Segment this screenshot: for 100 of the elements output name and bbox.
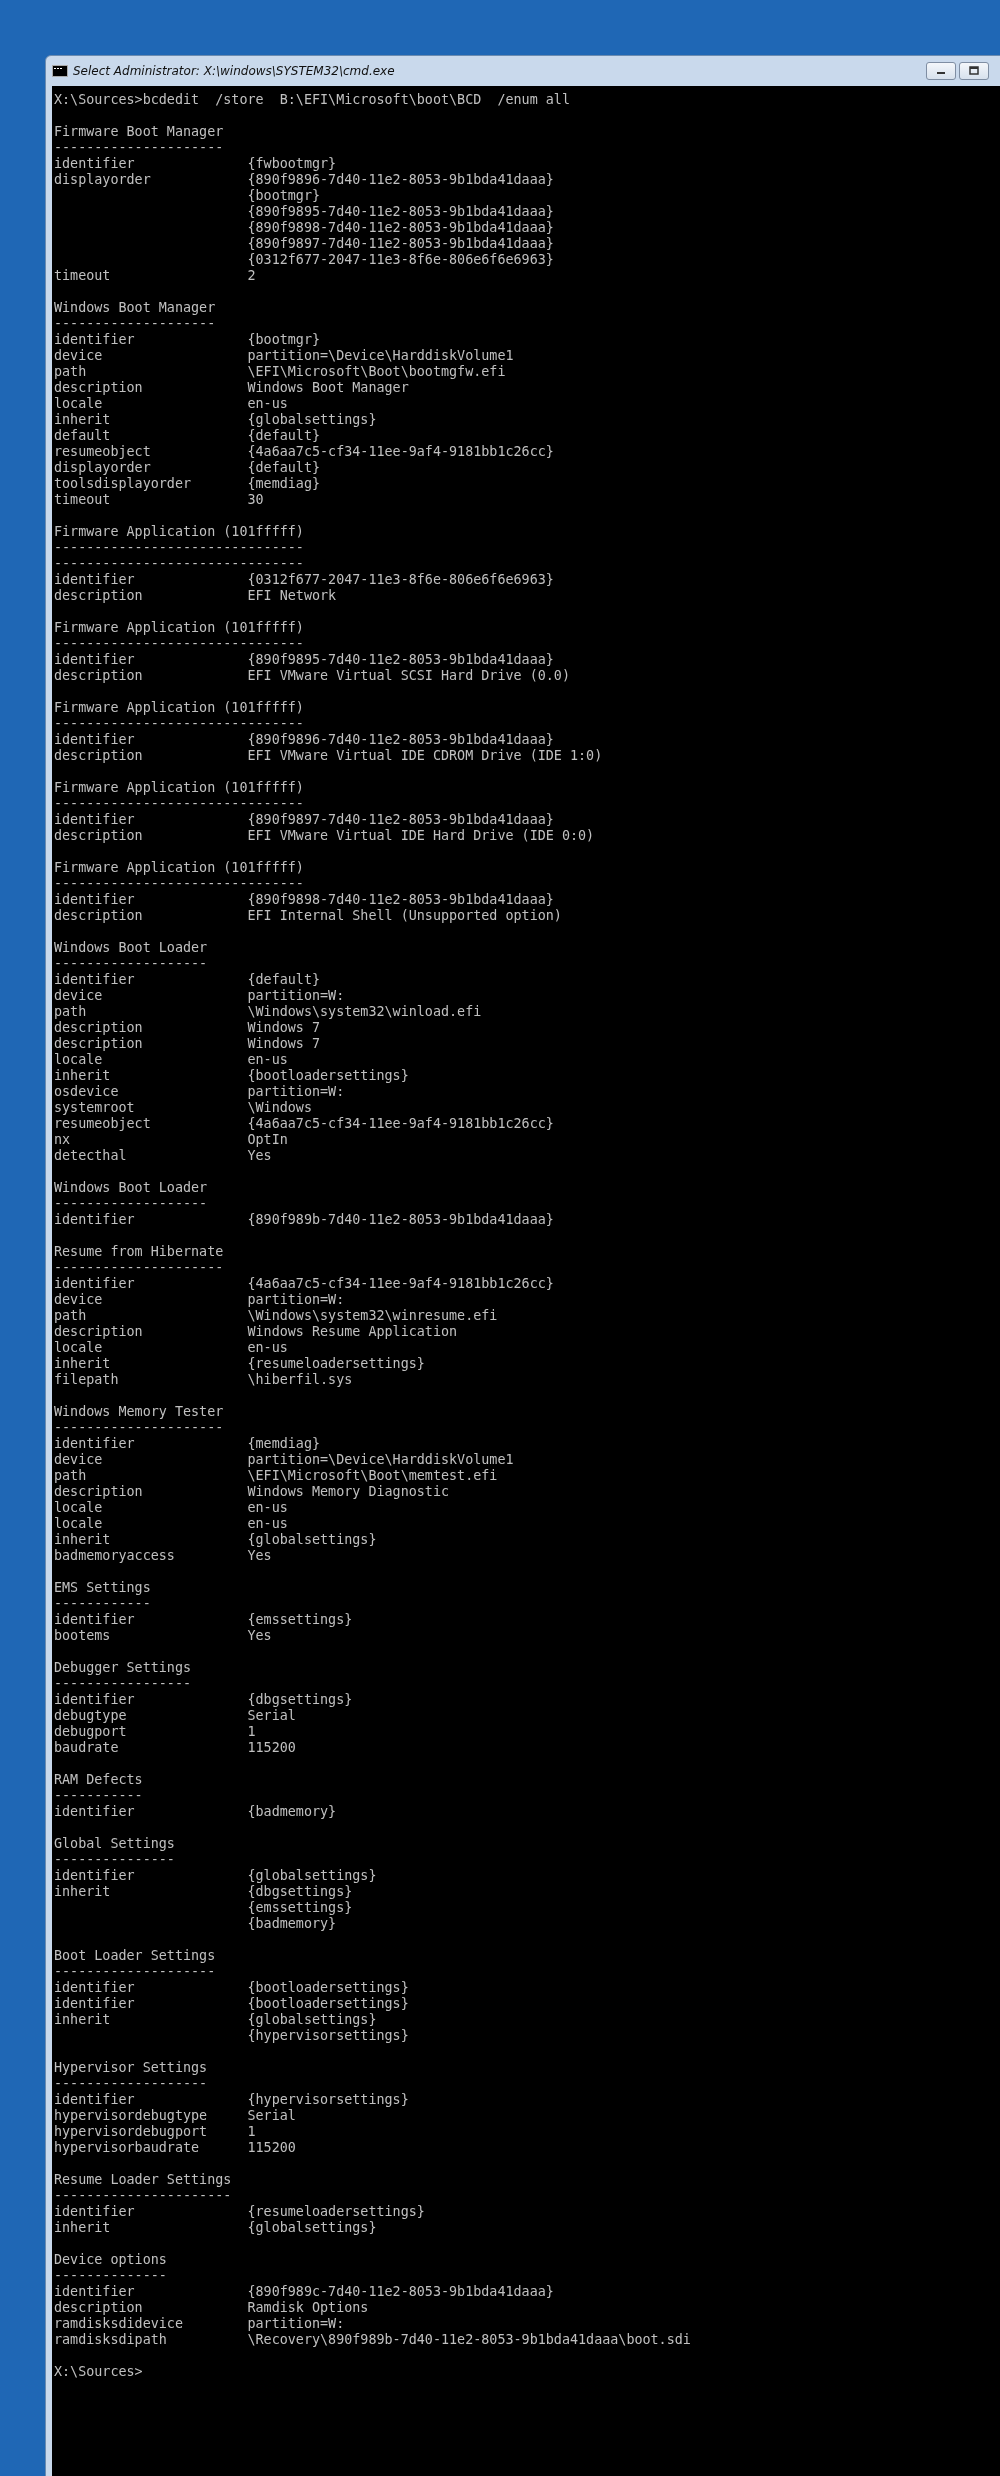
field-name: inherit <box>54 1356 112 1372</box>
dash-rule: ------------------- <box>54 956 208 972</box>
field-name: displayorder <box>54 460 152 476</box>
section-title: Windows Boot Loader <box>54 1180 208 1196</box>
section-title: EMS Settings <box>54 1580 151 1596</box>
field-name: inherit <box>54 412 112 428</box>
field-value: {bootmgr} <box>247 332 321 348</box>
field-name: identifier <box>54 1612 136 1628</box>
dash-rule: ------------------------------- <box>54 540 304 556</box>
field-value: {890f9897-7d40-11e2-8053-9b1bda41daaa} <box>247 236 554 252</box>
field-name: inherit <box>54 2012 112 2028</box>
field-value: {890f9895-7d40-11e2-8053-9b1bda41daaa} <box>247 652 554 668</box>
field-name: identifier <box>54 1276 136 1292</box>
field-value: Ramdisk Options <box>247 2300 369 2316</box>
field-value: {resumeloadersettings} <box>247 2204 425 2220</box>
command-line: X:\Sources>bcdedit /store B:\EFI\Microsoft\boot\BCD /enum all <box>54 92 570 108</box>
field-value: {resumeloadersettings} <box>247 1356 425 1372</box>
field-name: hypervisordebugport <box>54 2124 209 2140</box>
field-name: description <box>54 1324 144 1340</box>
field-value: {badmemory} <box>247 1804 337 1820</box>
section-title: Windows Boot Manager <box>54 300 216 316</box>
field-value: {bootloadersettings} <box>247 1980 409 1996</box>
field-value: {890f9896-7d40-11e2-8053-9b1bda41daaa} <box>247 732 554 748</box>
field-name: timeout <box>54 268 112 284</box>
section-title: Firmware Application (101fffff) <box>54 860 304 876</box>
field-value: {emssettings} <box>247 1900 353 1916</box>
field-value: {memdiag} <box>247 476 321 492</box>
field-value: {890f989b-7d40-11e2-8053-9b1bda41daaa} <box>247 1212 554 1228</box>
field-name: displayorder <box>54 172 152 188</box>
field-name: hypervisorbaudrate <box>54 2140 201 2156</box>
field-value: en-us <box>247 396 288 412</box>
field-value: 115200 <box>247 2140 296 2156</box>
field-name: locale <box>54 1516 104 1532</box>
field-name: ramdisksdipath <box>54 2332 168 2348</box>
section-title: RAM Defects <box>54 1772 143 1788</box>
dash-rule: --------------------- <box>54 1420 224 1436</box>
section-title: Resume Loader Settings <box>54 2172 232 2188</box>
maximize-button[interactable] <box>959 62 989 80</box>
dash-rule: -------------- <box>54 2268 167 2284</box>
field-value: partition=W: <box>247 1084 345 1100</box>
dash-rule: ----------------- <box>54 1676 192 1692</box>
field-value: Yes <box>247 1148 272 1164</box>
field-value: {890f9898-7d40-11e2-8053-9b1bda41daaa} <box>247 892 554 908</box>
dash-rule: ------------ <box>54 1596 151 1612</box>
field-value: partition=W: <box>247 1292 345 1308</box>
section-title: Firmware Boot Manager <box>54 124 224 140</box>
maximize-icon <box>969 66 979 76</box>
minimize-button[interactable] <box>926 62 956 80</box>
field-value: Windows 7 <box>247 1036 321 1052</box>
field-value: {890f9898-7d40-11e2-8053-9b1bda41daaa} <box>247 220 554 236</box>
dash-rule: -------------------- <box>54 1964 216 1980</box>
field-value: Windows Boot Manager <box>247 380 409 396</box>
field-value: Yes <box>247 1628 272 1644</box>
section-title: Resume from Hibernate <box>54 1244 224 1260</box>
field-name: identifier <box>54 1996 136 2012</box>
field-name: detecthal <box>54 1148 128 1164</box>
field-value: EFI VMware Virtual SCSI Hard Drive (0.0) <box>247 668 570 684</box>
field-name: inherit <box>54 1068 112 1084</box>
field-name: identifier <box>54 892 136 908</box>
field-value: partition=\Device\HarddiskVolume1 <box>247 1452 514 1468</box>
field-value: {default} <box>247 972 321 988</box>
field-value: en-us <box>247 1340 288 1356</box>
window-title: Select Administrator: X:\windows\SYSTEM32\cmd.exe <box>73 64 395 78</box>
field-name: hypervisordebugtype <box>54 2108 209 2124</box>
field-value: {memdiag} <box>247 1436 321 1452</box>
field-value: {bootloadersettings} <box>247 1996 409 2012</box>
field-value: {4a6aa7c5-cf34-11ee-9af4-9181bb1c26cc} <box>247 1116 554 1132</box>
field-name: identifier <box>54 572 136 588</box>
field-value: {badmemory} <box>247 1916 337 1932</box>
field-value: {globalsettings} <box>247 1532 377 1548</box>
field-name: identifier <box>54 652 136 668</box>
dash-rule: --------------------- <box>54 140 224 156</box>
field-value: \hiberfil.sys <box>247 1372 353 1388</box>
field-name: identifier <box>54 2204 136 2220</box>
field-name: description <box>54 2300 144 2316</box>
field-value: \EFI\Microsoft\Boot\memtest.efi <box>247 1468 498 1484</box>
field-value: Serial <box>247 2108 296 2124</box>
field-value: {890f9897-7d40-11e2-8053-9b1bda41daaa} <box>247 812 554 828</box>
field-value: \Windows <box>247 1100 312 1116</box>
dash-rule: ----------- <box>54 1788 143 1804</box>
field-value: {890f9895-7d40-11e2-8053-9b1bda41daaa} <box>247 204 554 220</box>
field-value: 115200 <box>247 1740 296 1756</box>
field-value: {890f9896-7d40-11e2-8053-9b1bda41daaa} <box>247 172 554 188</box>
field-value: 2 <box>247 268 256 284</box>
field-value: 30 <box>247 492 264 508</box>
field-name: identifier <box>54 1980 136 1996</box>
field-name: identifier <box>54 2284 136 2300</box>
field-value: Windows 7 <box>247 1020 321 1036</box>
section-title: Debugger Settings <box>54 1660 192 1676</box>
field-value: {emssettings} <box>247 1612 353 1628</box>
section-title: Device options <box>54 2252 167 2268</box>
field-name: identifier <box>54 812 136 828</box>
field-value: en-us <box>247 1500 288 1516</box>
field-value: partition=\Device\HarddiskVolume1 <box>247 348 514 364</box>
field-value: EFI VMware Virtual IDE CDROM Drive (IDE 1:0) <box>247 748 603 764</box>
field-name: locale <box>54 1340 104 1356</box>
field-name: identifier <box>54 156 136 172</box>
field-value: {dbgsettings} <box>247 1692 353 1708</box>
command-prompt: X:\Sources> <box>54 2364 143 2380</box>
field-name: device <box>54 1292 104 1308</box>
